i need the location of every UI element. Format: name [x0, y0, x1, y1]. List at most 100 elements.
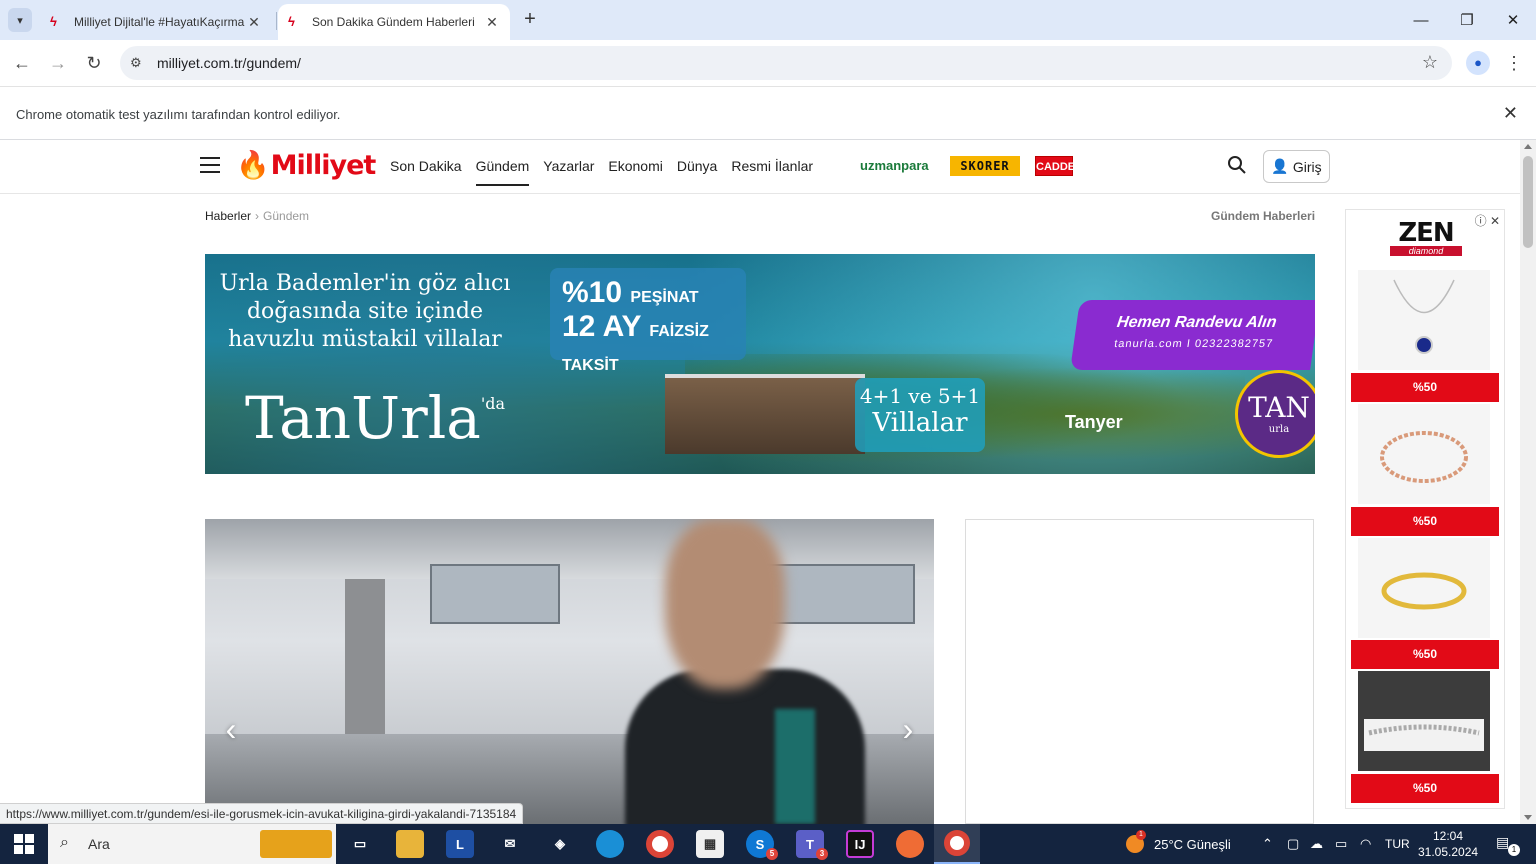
address-bar[interactable]: ⚙ milliyet.com.tr/gundem/ ☆: [120, 46, 1452, 80]
news-slider[interactable]: ‹ ›: [205, 519, 934, 824]
bracelet-icon: [1380, 431, 1468, 483]
banner-villa-types: 4+1 ve 5+1 Villalar: [855, 378, 985, 452]
intellij-icon[interactable]: IJ: [846, 830, 874, 858]
wifi-icon[interactable]: ◠: [1360, 824, 1371, 864]
windows-start-icon[interactable]: [14, 834, 34, 854]
taskbar-search[interactable]: ⌕ Ara: [48, 824, 336, 864]
product-diamond-bracelet[interactable]: [1358, 671, 1490, 771]
tanurla-banner-ad[interactable]: Urla Bademler'in göz alıcı doğasında sit…: [205, 254, 1315, 474]
product-bracelet[interactable]: [1358, 404, 1490, 504]
nav-dunya[interactable]: Dünya: [677, 158, 717, 186]
cadde-link[interactable]: CADDE: [1035, 156, 1075, 176]
slider-prev-icon[interactable]: ‹: [219, 713, 243, 745]
scrollbar-thumb[interactable]: [1523, 156, 1533, 248]
file-explorer-icon[interactable]: [396, 830, 424, 858]
skype-icon[interactable]: S5: [746, 830, 778, 860]
ring-icon: [1381, 572, 1467, 610]
nav-resmi-ilanlar[interactable]: Resmi İlanlar: [731, 158, 813, 186]
store-icon[interactable]: ▦: [696, 830, 724, 858]
hamburger-menu-icon[interactable]: [200, 157, 220, 173]
language-indicator[interactable]: TUR: [1385, 824, 1410, 864]
system-clock[interactable]: 12:04 31.05.2024: [1418, 828, 1478, 860]
tray-device-icon[interactable]: ▢: [1287, 824, 1299, 864]
new-tab-button[interactable]: +: [518, 8, 542, 32]
nav-son-dakika[interactable]: Son Dakika: [390, 158, 462, 186]
logo-text: Milliyet: [270, 150, 377, 181]
badge-top: TAN: [1248, 391, 1310, 424]
villa-rooms: 4+1 ve 5+1: [859, 384, 981, 408]
discount-label[interactable]: %50: [1351, 774, 1499, 803]
sidebar-ad-slot: [965, 519, 1314, 824]
ad-controls[interactable]: ⓘ ✕: [1475, 212, 1500, 229]
discount-label[interactable]: %50: [1351, 507, 1499, 536]
close-window-icon[interactable]: ✕: [1490, 0, 1536, 40]
forward-arrow-icon[interactable]: →: [46, 51, 70, 75]
breadcrumb: Haberler › Gündem: [205, 209, 309, 223]
user-icon: 👤: [1271, 158, 1289, 174]
scroll-down-icon[interactable]: [1524, 815, 1532, 820]
search-icon[interactable]: [1227, 155, 1247, 175]
bookmark-star-icon[interactable]: ☆: [1422, 52, 1438, 73]
automation-infobar: Chrome otomatik test yazılımı tarafından…: [0, 86, 1536, 140]
site-settings-icon[interactable]: ⚙: [130, 55, 142, 71]
cta-text: Hemen Randevu Alın: [1115, 314, 1278, 331]
zen-diamond-ad[interactable]: ⓘ ✕ ZEN diamond %50 %50 %50 %50: [1345, 209, 1505, 809]
skorer-link[interactable]: SKORER: [950, 156, 1020, 176]
scroll-up-icon[interactable]: [1524, 144, 1532, 149]
task-view-icon[interactable]: ▭: [346, 830, 374, 858]
nav-yazarlar[interactable]: Yazarlar: [543, 158, 594, 186]
battery-icon[interactable]: ▭: [1335, 824, 1347, 864]
status-link-preview: https://www.milliyet.com.tr/gundem/esi-i…: [0, 803, 524, 824]
chrome-active-icon[interactable]: [934, 824, 980, 864]
more-menu-icon[interactable]: ⋮: [1504, 51, 1524, 75]
taskbar-search-placeholder: Ara: [88, 836, 110, 852]
edge-icon[interactable]: [596, 830, 624, 858]
page-scrollbar[interactable]: [1520, 140, 1536, 824]
briefcase-icon: [260, 830, 332, 858]
discount-label[interactable]: %50: [1351, 640, 1499, 669]
minimize-icon[interactable]: —: [1398, 0, 1444, 40]
tab-gundem[interactable]: ϟ Son Dakika Gündem Haberleri ✕: [278, 4, 510, 40]
tab-search-button[interactable]: ▾: [8, 8, 32, 32]
nav-ekonomi[interactable]: Ekonomi: [608, 158, 662, 186]
restore-icon[interactable]: ❐: [1444, 0, 1490, 40]
windows-taskbar: ⌕ Ara ▭ L ✉ ◈ ▦ S5 T3 IJ 1 25°C Güneşli …: [0, 824, 1536, 864]
breadcrumb-current: Gündem: [263, 209, 310, 223]
uzmanpara-link[interactable]: uzmanpara: [860, 156, 929, 176]
chrome-icon[interactable]: [646, 830, 674, 858]
discount-label[interactable]: %50: [1351, 373, 1499, 402]
skype-badge: 5: [766, 848, 778, 860]
slider-next-icon[interactable]: ›: [896, 713, 920, 745]
profile-avatar-icon[interactable]: ●: [1466, 51, 1490, 75]
tab-milliyet-dijital[interactable]: ϟ Milliyet Dijital'le #HayatıKaçırma ✕: [40, 4, 272, 40]
l-app-icon[interactable]: L: [446, 830, 474, 858]
nav-gundem[interactable]: Gündem: [475, 158, 530, 186]
product-ring[interactable]: [1358, 538, 1490, 638]
breadcrumb-root[interactable]: Haberler: [205, 209, 251, 223]
product-necklace[interactable]: [1358, 270, 1490, 370]
tab-divider: [276, 12, 277, 30]
teams-icon[interactable]: T3: [796, 830, 828, 860]
copilot-icon[interactable]: ◈: [546, 830, 574, 858]
weather-text[interactable]: 25°C Güneşli: [1154, 824, 1231, 864]
mail-icon[interactable]: ✉: [496, 830, 524, 858]
notification-icon[interactable]: ▤ 1: [1496, 834, 1520, 856]
skype-label: S: [755, 836, 765, 852]
postman-icon[interactable]: [896, 830, 924, 858]
tray-chevron-icon[interactable]: ⌃: [1262, 824, 1273, 864]
url-text[interactable]: milliyet.com.tr/gundem/: [157, 55, 301, 71]
back-arrow-icon[interactable]: ←: [10, 51, 34, 75]
onedrive-icon[interactable]: ☁: [1310, 824, 1323, 864]
ad-close-icon[interactable]: ✕: [1490, 214, 1500, 228]
close-tab-icon[interactable]: ✕: [484, 14, 500, 31]
breadcrumb-chevron-icon: ›: [255, 209, 260, 223]
reload-icon[interactable]: ↻: [82, 51, 106, 75]
ad-info-icon[interactable]: ⓘ: [1475, 214, 1487, 228]
milliyet-logo[interactable]: 🔥Milliyet: [236, 149, 377, 181]
login-button[interactable]: 👤 Giriş: [1263, 150, 1330, 183]
close-tab-icon[interactable]: ✕: [246, 14, 262, 31]
infobar-close-icon[interactable]: ✕: [1503, 103, 1518, 124]
banner-cta[interactable]: Hemen Randevu Alın tanurla.com I 0232238…: [1070, 300, 1315, 370]
banner-badge: TAN urla: [1235, 370, 1315, 458]
milliyet-favicon-icon: ϟ: [288, 14, 295, 29]
